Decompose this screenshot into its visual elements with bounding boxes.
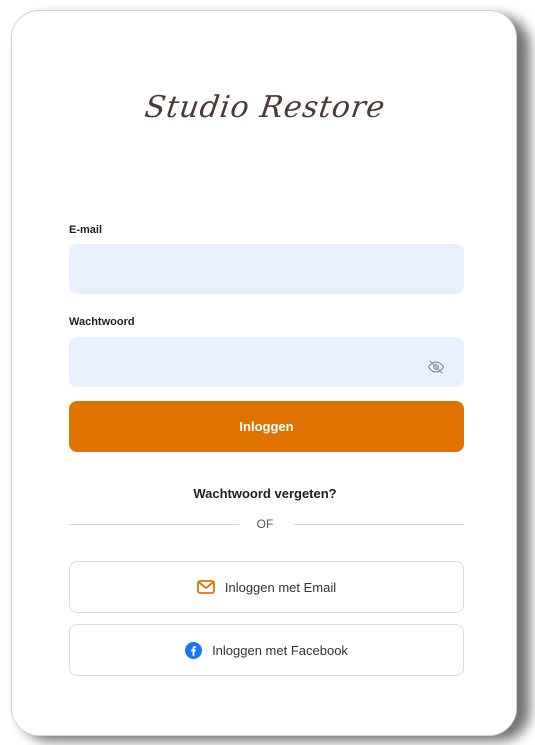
login-card: Studio Restore E-mail Wachtwoord Inlogge…: [11, 10, 517, 736]
facebook-login-button[interactable]: Inloggen met Facebook: [69, 624, 464, 676]
eye-slash-icon[interactable]: [424, 355, 448, 379]
facebook-login-label: Inloggen met Facebook: [212, 642, 348, 658]
divider-right: [294, 524, 464, 525]
login-button[interactable]: Inloggen: [69, 401, 464, 452]
forgot-password-link[interactable]: Wachtwoord vergeten?: [12, 486, 518, 501]
password-label: Wachtwoord: [69, 316, 135, 328]
page: Studio Restore E-mail Wachtwoord Inlogge…: [0, 0, 535, 745]
envelope-icon: [196, 580, 215, 594]
facebook-icon: [185, 641, 203, 659]
email-login-button[interactable]: Inloggen met Email: [69, 561, 464, 613]
email-label: E-mail: [69, 224, 103, 236]
logo-text: Studio Restore: [142, 89, 388, 125]
password-field[interactable]: [69, 337, 464, 387]
email-field[interactable]: [69, 244, 464, 294]
brand-logo: Studio Restore: [12, 67, 518, 147]
email-login-label: Inloggen met Email: [224, 579, 337, 595]
